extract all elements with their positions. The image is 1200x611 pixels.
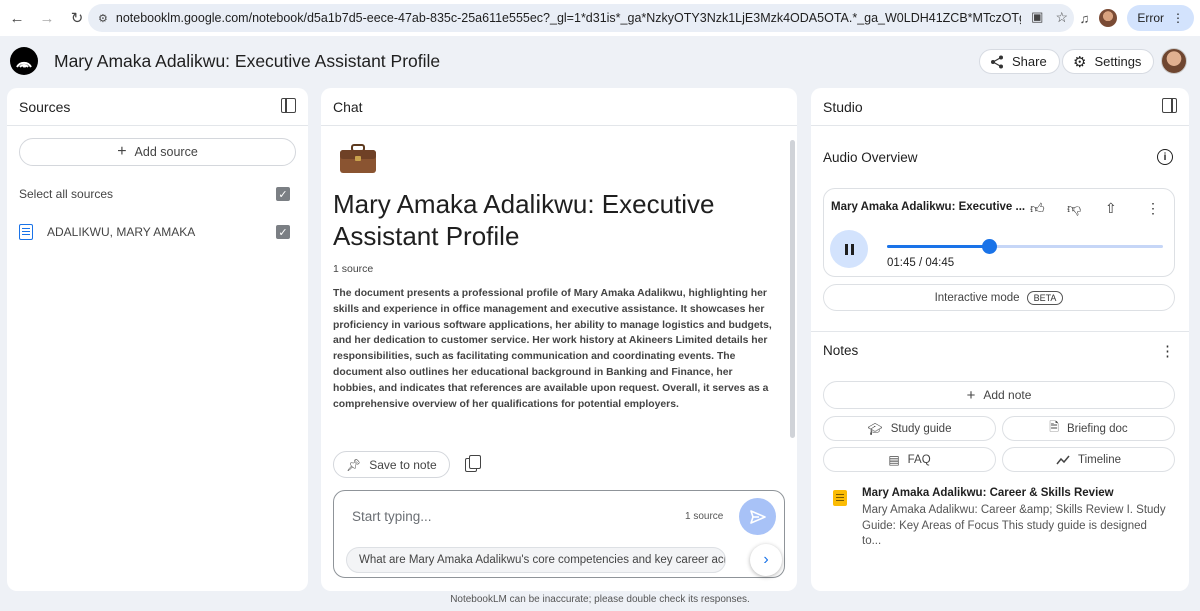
interactive-mode-button[interactable]: Interactive mode BETA <box>823 284 1175 311</box>
notebook-summary: The document presents a professional pro… <box>333 288 772 410</box>
audio-overview-label: Audio Overview <box>823 150 918 165</box>
share-icon[interactable]: ⇧ <box>1105 200 1117 217</box>
install-app-icon[interactable]: ▣ <box>1031 9 1043 26</box>
info-icon[interactable]: i <box>1157 149 1173 165</box>
timeline-button[interactable]: Timeline <box>1002 447 1175 472</box>
sources-heading: Sources <box>19 98 71 115</box>
notes-more-icon[interactable]: ⋮ <box>1160 342 1175 360</box>
reload-icon[interactable]: ↻ <box>64 5 90 31</box>
plus-icon: + <box>966 386 976 404</box>
document-icon <box>19 224 33 240</box>
save-to-note-button[interactable]: 📌︎ Save to note <box>333 451 450 478</box>
section-divider <box>811 331 1189 332</box>
chevron-right-icon[interactable]: › <box>750 544 782 576</box>
faq-button[interactable]: ▤ FAQ <box>823 447 996 472</box>
audio-player-card: Mary Amaka Adalikwu: Executive ... 👍︎ 👎︎… <box>823 188 1175 277</box>
chat-scrollbar[interactable] <box>790 140 795 438</box>
error-label: Error <box>1137 11 1164 25</box>
chat-input-placeholder[interactable]: Start typing... <box>352 509 432 524</box>
faq-icon: ▤ <box>888 452 900 467</box>
source-item[interactable]: ADALIKWU, MARY AMAKA ✓ <box>19 222 296 242</box>
settings-label: Settings <box>1094 54 1142 69</box>
study-guide-button[interactable]: 🎓︎ Study guide <box>823 416 996 441</box>
save-note-label: Save to note <box>369 457 437 472</box>
faq-label: FAQ <box>907 453 931 466</box>
graduation-cap-icon: 🎓︎ <box>867 421 883 436</box>
profile-avatar-small[interactable] <box>1099 9 1118 27</box>
briefing-doc-icon: 🗎︎ <box>1049 420 1059 434</box>
note-title: Mary Amaka Adalikwu: Career & Skills Rev… <box>862 487 1114 499</box>
disclaimer-footer: NotebookLM can be inaccurate; please dou… <box>450 594 750 605</box>
error-button[interactable]: Error ⋮ <box>1127 5 1194 31</box>
settings-button[interactable]: ⚙ Settings <box>1062 49 1155 74</box>
studio-panel: Studio Audio Overview i Mary Amaka Adali… <box>811 88 1189 591</box>
chat-title: Mary Amaka Adalikwu: Executive Assistant… <box>333 189 715 251</box>
audio-time: 01:45 / 04:45 <box>887 257 955 269</box>
pause-button[interactable] <box>830 230 868 268</box>
beta-badge: BETA <box>1026 290 1064 305</box>
media-control-icon[interactable]: ♫ <box>1080 11 1090 26</box>
notebook-title[interactable]: Mary Amaka Adalikwu: Executive Assistant… <box>54 51 440 72</box>
browser-toolbar: ← → ↻ ⚙ notebooklm.google.com/notebook/d… <box>0 0 1200 36</box>
input-source-count: 1 source <box>685 511 724 522</box>
back-icon[interactable]: ← <box>4 5 30 31</box>
chat-panel: Chat Mary Amaka Adalikwu: Executive Assi… <box>321 88 797 591</box>
share-label: Share <box>1012 54 1047 69</box>
add-note-button[interactable]: + Add note <box>823 381 1175 409</box>
site-info-icon[interactable]: ⚙ <box>98 12 108 25</box>
plus-icon: + <box>117 143 127 160</box>
share-button[interactable]: Share <box>979 49 1060 74</box>
send-icon <box>749 509 766 524</box>
note-icon <box>833 490 847 506</box>
select-all-label: Select all sources <box>19 187 114 201</box>
audio-progress-slider[interactable] <box>887 239 1163 254</box>
timeline-label: Timeline <box>1077 453 1122 466</box>
briefing-doc-button[interactable]: 🗎︎ Briefing doc <box>1002 416 1175 441</box>
collapse-sources-icon[interactable] <box>281 98 296 113</box>
studio-heading: Studio <box>823 98 863 115</box>
notes-label: Notes <box>823 343 859 358</box>
share-icon <box>991 55 1003 68</box>
select-all-checkbox[interactable]: ✓ <box>276 187 290 201</box>
note-preview: Mary Amaka Adalikwu: Career &amp; Skills… <box>862 504 1166 547</box>
source-checkbox[interactable]: ✓ <box>276 225 290 239</box>
add-source-button[interactable]: + Add source <box>19 138 296 166</box>
add-note-label: Add note <box>983 388 1032 402</box>
audio-progress-thumb[interactable] <box>981 239 997 254</box>
thumbs-up-icon[interactable]: 👍︎ <box>1030 200 1045 217</box>
add-source-label: Add source <box>134 145 198 159</box>
notebooklm-logo[interactable] <box>10 47 38 75</box>
interactive-mode-label: Interactive mode <box>934 291 1020 304</box>
audio-title: Mary Amaka Adalikwu: Executive ... <box>831 201 1026 213</box>
more-menu-icon: ⋮ <box>1172 11 1184 25</box>
sources-panel: Sources + Add source Select all sources … <box>7 88 308 591</box>
gear-icon: ⚙ <box>1073 53 1087 71</box>
sources-header: Sources <box>7 88 308 126</box>
briefcase-icon <box>339 144 377 174</box>
briefing-doc-label: Briefing doc <box>1066 422 1128 435</box>
collapse-studio-icon[interactable] <box>1162 98 1177 113</box>
thumbs-down-icon[interactable]: 👎︎ <box>1067 200 1081 217</box>
send-button[interactable] <box>739 498 776 535</box>
chat-heading: Chat <box>333 98 363 115</box>
bookmark-star-icon[interactable]: ☆ <box>1055 9 1068 26</box>
study-guide-label: Study guide <box>890 422 952 435</box>
forward-icon[interactable]: → <box>34 5 60 31</box>
select-all-row[interactable]: Select all sources ✓ <box>19 184 296 204</box>
more-vert-icon[interactable]: ⋮ <box>1146 200 1160 217</box>
audio-progress-fill <box>887 245 989 248</box>
suggested-question-chip[interactable]: What are Mary Amaka Adalikwu's core comp… <box>346 547 726 573</box>
source-name: ADALIKWU, MARY AMAKA <box>47 225 196 239</box>
studio-header: Studio <box>811 88 1189 126</box>
address-bar[interactable]: ⚙ notebooklm.google.com/notebook/d5a1b7d… <box>88 4 1074 32</box>
chat-input-box[interactable]: Start typing... 1 source What are Mary A… <box>333 490 785 578</box>
url-text: notebooklm.google.com/notebook/d5a1b7d5-… <box>115 11 1021 25</box>
pin-icon: 📌︎ <box>346 457 362 472</box>
chat-header: Chat <box>321 88 797 126</box>
source-count: 1 source <box>333 263 374 275</box>
timeline-icon <box>1056 455 1070 464</box>
copy-icon[interactable] <box>465 455 481 472</box>
app-header: Mary Amaka Adalikwu: Executive Assistant… <box>0 36 1200 86</box>
user-avatar[interactable] <box>1161 48 1187 74</box>
